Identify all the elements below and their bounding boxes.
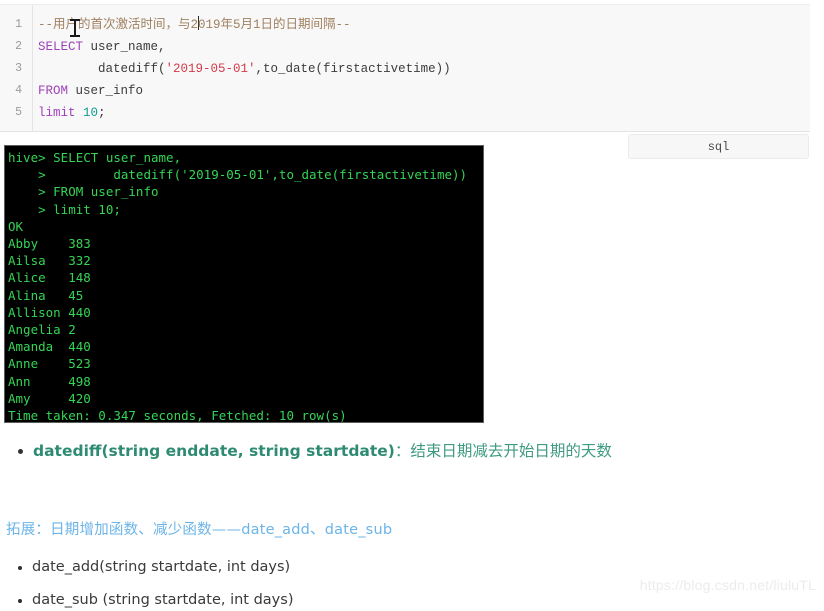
terminal-line: > datediff('2019-05-01',to_date(firstact… bbox=[8, 167, 468, 183]
sql-code-block: 1 --用户的首次激活时间，与2019年5月1日的日期间隔-- 2 SELECT u… bbox=[0, 4, 810, 132]
note-bullet-datediff: datediff(string enddate, string startdat… bbox=[18, 440, 612, 463]
line-number: 2 bbox=[15, 40, 22, 53]
datediff-signature: datediff(string enddate, string startdat… bbox=[33, 442, 395, 460]
note-bullet-date-sub: date_sub (string startdate, int days) bbox=[18, 590, 293, 611]
code-line-4: 4 FROM user_info bbox=[0, 80, 810, 102]
code-comment-part-b: 019年5月1日的日期间隔-- bbox=[198, 18, 351, 32]
terminal-result-row: Angelia 2 bbox=[8, 322, 76, 338]
note-bullet-datediff-text: datediff(string enddate, string startdat… bbox=[33, 440, 612, 463]
code-line-5: 5 limit 10; bbox=[0, 102, 810, 124]
terminal-timing-line: Time taken: 0.347 seconds, Fetched: 10 r… bbox=[8, 408, 347, 423]
code-line-2: 2 SELECT user_name, bbox=[0, 36, 810, 58]
terminal-result-row: Ann 498 bbox=[8, 373, 91, 389]
datediff-description: 结束日期减去开始日期的天数 bbox=[410, 442, 612, 460]
sql-keyword-from: FROM bbox=[38, 84, 69, 98]
terminal-status-ok: OK bbox=[8, 218, 24, 234]
code-number-literal: 10 bbox=[83, 106, 99, 120]
code-func-to-date: ,to_date(firstactivetime)) bbox=[255, 62, 451, 76]
code-comment-part-a: --用户的首次激活时间，与2 bbox=[38, 18, 199, 32]
bullet-dot-icon bbox=[18, 449, 23, 454]
code-text: user_name, bbox=[83, 40, 166, 54]
sql-keyword-limit: limit bbox=[38, 106, 76, 120]
terminal-line: > FROM user_info bbox=[8, 184, 159, 200]
code-terminator: ; bbox=[98, 106, 106, 120]
terminal-result-row: Ailsa 332 bbox=[8, 253, 91, 269]
code-language-badge[interactable]: sql bbox=[628, 134, 809, 159]
line-number: 1 bbox=[15, 18, 22, 31]
code-line-3: 3 datediff('2019-05-01',to_date(firstact… bbox=[0, 58, 810, 80]
code-lines: 1 --用户的首次激活时间，与2019年5月1日的日期间隔-- 2 SELECT u… bbox=[0, 14, 810, 124]
line-number: 5 bbox=[15, 106, 22, 119]
datediff-separator: ： bbox=[394, 442, 411, 460]
csdn-watermark: https://blog.csdn.net/liuluTL bbox=[639, 577, 816, 593]
line-number: 3 bbox=[15, 62, 22, 75]
date-sub-signature: date_sub (string startdate, int days) bbox=[32, 592, 294, 608]
date-add-signature: date_add(string startdate, int days) bbox=[32, 559, 291, 575]
line-number: 4 bbox=[15, 84, 22, 97]
sql-keyword-select: SELECT bbox=[38, 40, 84, 54]
hive-terminal-output: hive> SELECT user_name, > datediff('2019… bbox=[4, 145, 484, 423]
terminal-result-row: Anne 523 bbox=[8, 356, 91, 372]
code-func-datediff: datediff( bbox=[98, 62, 166, 76]
code-line-1: 1 --用户的首次激活时间，与2019年5月1日的日期间隔-- bbox=[0, 14, 810, 36]
section-heading-extension: 拓展：日期增加函数、减少函数——date_add、date_sub bbox=[6, 522, 393, 538]
terminal-result-row: Alina 45 bbox=[8, 287, 84, 303]
terminal-result-row: Abby 383 bbox=[8, 236, 91, 252]
terminal-result-row: Allison 440 bbox=[8, 304, 91, 320]
terminal-line: hive> SELECT user_name, bbox=[8, 150, 182, 165]
note-bullet-date-add: date_add(string startdate, int days) bbox=[18, 557, 290, 578]
terminal-result-row: Alice 148 bbox=[8, 270, 91, 286]
terminal-result-row: Amanda 440 bbox=[8, 339, 91, 355]
terminal-result-row: Amy 420 bbox=[8, 390, 91, 406]
bullet-dot-icon bbox=[18, 599, 22, 603]
terminal-line: > limit 10; bbox=[8, 201, 121, 217]
bullet-dot-icon bbox=[18, 566, 22, 570]
code-string-literal: '2019-05-01' bbox=[165, 62, 256, 76]
code-table-name: user_info bbox=[68, 84, 144, 98]
